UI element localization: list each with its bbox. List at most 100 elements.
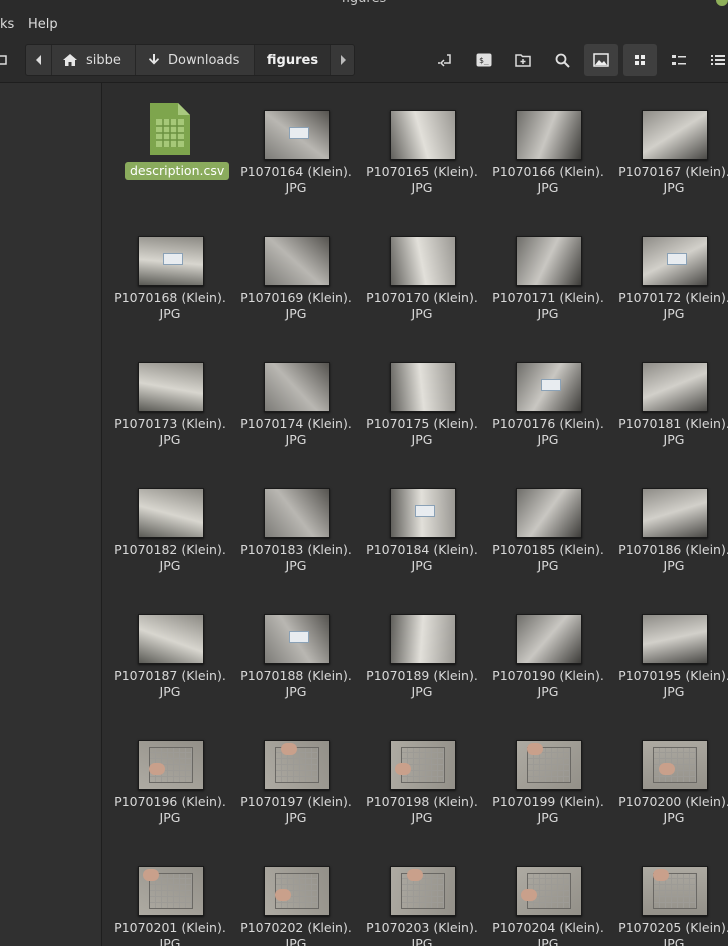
title-bar: figures (0, 0, 728, 8)
file-item[interactable]: P1070183 (Klein). JPG (233, 488, 359, 598)
crumb-sibbe[interactable]: sibbe (52, 45, 136, 75)
file-extension: JPG (537, 810, 559, 825)
file-item[interactable]: P1070174 (Klein). JPG (233, 362, 359, 472)
image-thumbnail (138, 236, 204, 286)
terminal-button[interactable]: $_ (467, 44, 501, 76)
file-grid[interactable]: description.csv P1070164 (Klein). JPG P1070… (102, 83, 728, 946)
toggle-location-icon (438, 54, 451, 67)
file-item[interactable]: P1070188 (Klein). JPG (233, 614, 359, 724)
file-extension: JPG (537, 432, 559, 447)
image-thumbnail (138, 614, 204, 664)
toggle-sidebar-icon[interactable] (0, 44, 8, 76)
file-name: P1070168 (Klein). (114, 290, 226, 305)
file-extension: JPG (285, 558, 307, 573)
spreadsheet-file-icon (150, 103, 190, 155)
file-item[interactable]: P1070175 (Klein). JPG (359, 362, 485, 472)
file-item[interactable]: P1070164 (Klein). JPG (233, 110, 359, 220)
file-item[interactable]: P1070172 (Klein). JPG (611, 236, 728, 346)
new-folder-icon (515, 54, 531, 67)
file-name: P1070183 (Klein). (240, 542, 352, 557)
new-folder-button[interactable] (506, 44, 540, 76)
crumb-label: Downloads (168, 52, 240, 68)
file-item[interactable]: P1070199 (Klein). JPG (485, 740, 611, 850)
file-item[interactable]: P1070181 (Klein). JPG (611, 362, 728, 472)
file-item[interactable]: P1070170 (Klein). JPG (359, 236, 485, 346)
toggle-location-button[interactable] (428, 44, 462, 76)
file-item[interactable]: P1070205 (Klein). JPG (611, 866, 728, 946)
file-item[interactable]: P1070198 (Klein). JPG (359, 740, 485, 850)
file-extension: JPG (159, 684, 181, 699)
file-name: P1070201 (Klein). (114, 920, 226, 935)
file-item-csv[interactable]: description.csv (107, 103, 233, 220)
file-name: P1070184 (Klein). (366, 542, 478, 557)
file-item[interactable]: P1070169 (Klein). JPG (233, 236, 359, 346)
image-thumbnail (516, 866, 582, 916)
file-extension: JPG (159, 306, 181, 321)
file-item[interactable]: P1070184 (Klein). JPG (359, 488, 485, 598)
image-thumbnail (264, 362, 330, 412)
file-item[interactable]: P1070173 (Klein). JPG (107, 362, 233, 472)
file-item[interactable]: P1070195 (Klein). JPG (611, 614, 728, 724)
search-button[interactable] (545, 44, 579, 76)
file-name: P1070182 (Klein). (114, 542, 226, 557)
file-name: P1070171 (Klein). (492, 290, 604, 305)
compact-view-icon (711, 55, 725, 65)
image-thumbnail (390, 866, 456, 916)
file-extension: JPG (411, 936, 433, 946)
file-item[interactable]: P1070202 (Klein). JPG (233, 866, 359, 946)
menu-help[interactable]: Help (28, 17, 58, 32)
file-extension: JPG (537, 306, 559, 321)
file-name: P1070202 (Klein). (240, 920, 352, 935)
forward-button[interactable] (331, 45, 354, 75)
image-thumbnail (138, 362, 204, 412)
compact-view-button[interactable] (701, 44, 728, 76)
grid-view-icon (635, 55, 645, 65)
file-item[interactable]: P1070167 (Klein). JPG (611, 110, 728, 220)
thumbnail-view-button[interactable] (584, 44, 618, 76)
file-item[interactable]: P1070200 (Klein). JPG (611, 740, 728, 850)
list-view-button[interactable] (662, 44, 696, 76)
file-item[interactable]: P1070168 (Klein). JPG (107, 236, 233, 346)
file-extension: JPG (537, 936, 559, 946)
file-item[interactable]: P1070187 (Klein). JPG (107, 614, 233, 724)
back-button[interactable] (26, 45, 52, 75)
file-name: P1070169 (Klein). (240, 290, 352, 305)
image-thumbnail (642, 614, 708, 664)
file-item[interactable]: P1070176 (Klein). JPG (485, 362, 611, 472)
sidebar[interactable] (0, 83, 102, 946)
file-item[interactable]: P1070185 (Klein). JPG (485, 488, 611, 598)
file-item[interactable]: P1070171 (Klein). JPG (485, 236, 611, 346)
file-item[interactable]: P1070197 (Klein). JPG (233, 740, 359, 850)
menu-bookmarks[interactable]: ks (0, 17, 14, 32)
grid-view-button[interactable] (623, 44, 657, 76)
chevron-left-icon (35, 55, 41, 65)
file-item[interactable]: P1070186 (Klein). JPG (611, 488, 728, 598)
crumb-downloads[interactable]: Downloads (136, 45, 255, 75)
file-item[interactable]: P1070165 (Klein). JPG (359, 110, 485, 220)
file-item[interactable]: P1070166 (Klein). JPG (485, 110, 611, 220)
file-extension: JPG (663, 180, 685, 195)
file-name: P1070176 (Klein). (492, 416, 604, 431)
file-item[interactable]: P1070204 (Klein). JPG (485, 866, 611, 946)
file-name: P1070189 (Klein). (366, 668, 478, 683)
file-item[interactable]: P1070182 (Klein). JPG (107, 488, 233, 598)
file-extension: JPG (159, 810, 181, 825)
crumb-figures[interactable]: figures (255, 45, 331, 75)
image-thumbnail (264, 110, 330, 160)
file-item[interactable]: P1070201 (Klein). JPG (107, 866, 233, 946)
file-extension: JPG (663, 558, 685, 573)
file-item[interactable]: P1070203 (Klein). JPG (359, 866, 485, 946)
file-extension: JPG (285, 306, 307, 321)
file-extension: JPG (285, 936, 307, 946)
file-name: P1070173 (Klein). (114, 416, 226, 431)
file-item[interactable]: P1070190 (Klein). JPG (485, 614, 611, 724)
file-item[interactable]: P1070196 (Klein). JPG (107, 740, 233, 850)
image-thumbnail (516, 488, 582, 538)
file-extension: JPG (411, 810, 433, 825)
image-thumbnail (138, 740, 204, 790)
image-thumbnail (264, 236, 330, 286)
file-extension: JPG (285, 684, 307, 699)
file-item[interactable]: P1070189 (Klein). JPG (359, 614, 485, 724)
file-name: P1070164 (Klein). (240, 164, 352, 179)
list-view-icon (672, 55, 686, 65)
